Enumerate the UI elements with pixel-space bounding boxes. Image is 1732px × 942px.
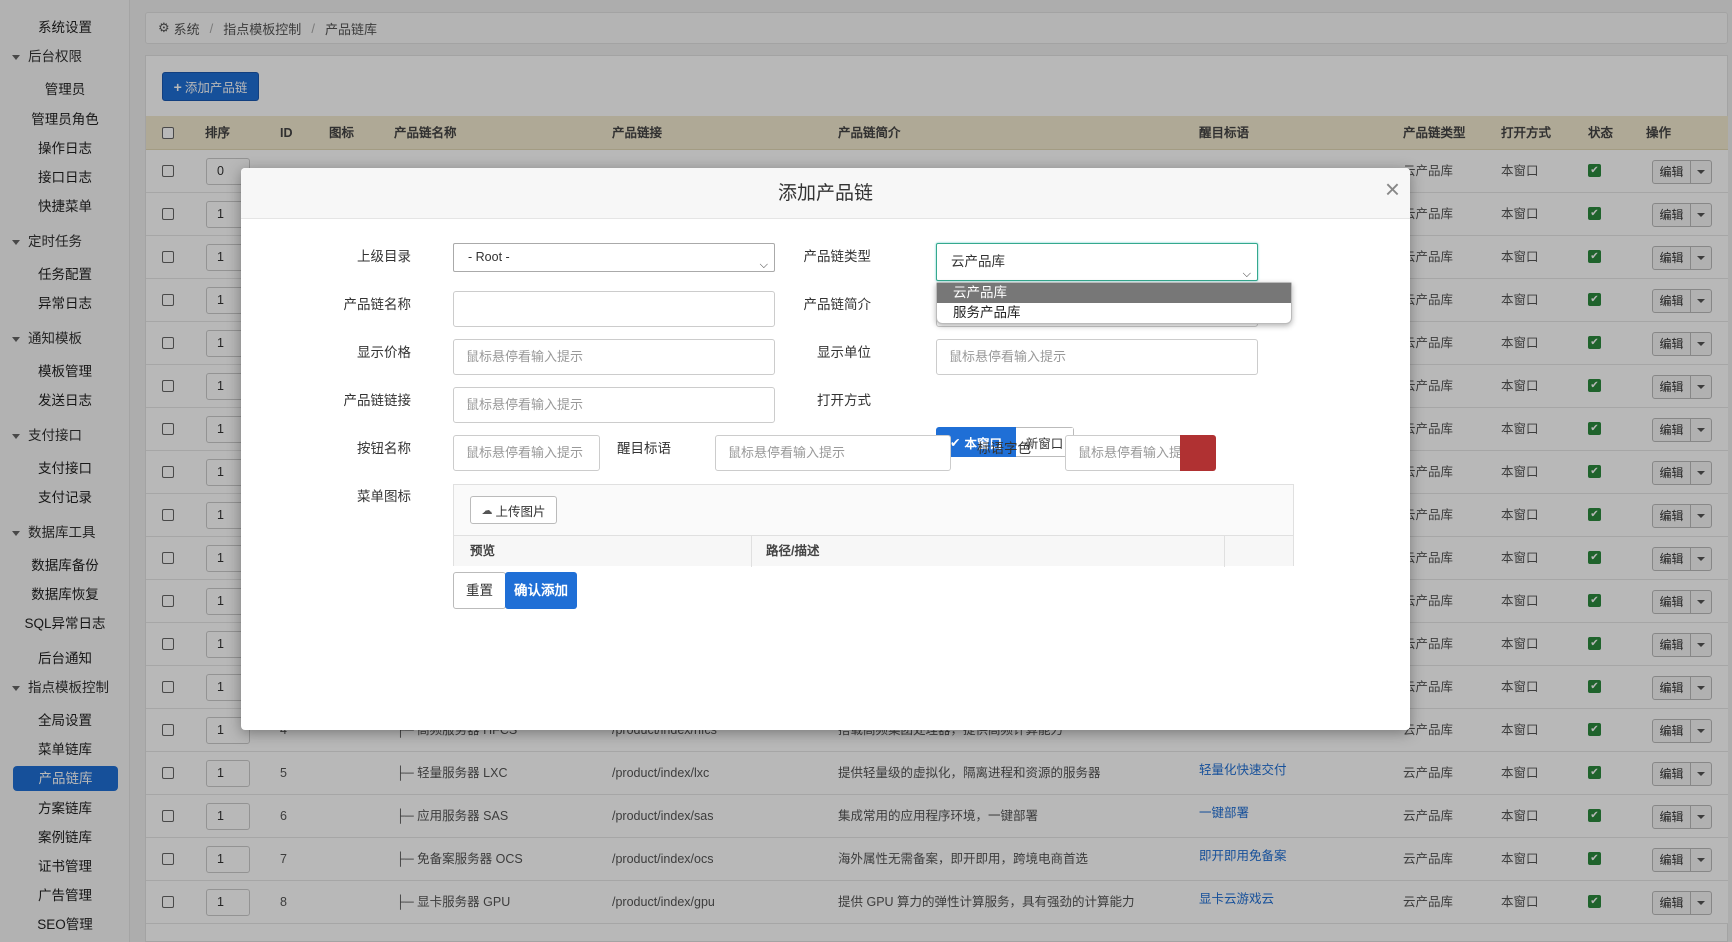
- col-divider: [1224, 536, 1225, 567]
- upload-table-header: 预览 路径/描述: [454, 535, 1293, 567]
- reset-button[interactable]: 重置: [453, 572, 506, 609]
- icon-upload-panel: ☁ 上传图片 预览 路径/描述: [453, 484, 1294, 567]
- type-dropdown: 云产品库 服务产品库: [936, 282, 1292, 324]
- col-path: 路径/描述: [751, 536, 819, 567]
- upload-image-button[interactable]: ☁ 上传图片: [470, 496, 557, 524]
- modal-title: 添加产品链: [777, 183, 873, 204]
- slogan-label: 醒目标语: [617, 441, 671, 456]
- parent-select-value: - Root -: [468, 250, 510, 264]
- unit-label: 显示单位: [817, 345, 871, 360]
- open-label: 打开方式: [817, 393, 871, 408]
- open-off-label: 新窗口: [1025, 436, 1064, 451]
- cloud-upload-icon: ☁: [481, 504, 493, 517]
- name-input[interactable]: [453, 291, 775, 327]
- add-product-chain-modal: 添加产品链 × 上级目录 - Root - ⌵ 产品链类型 云产品库 ⌵ 产品链…: [241, 168, 1410, 730]
- slogan-color-label: 标语字色: [977, 441, 1031, 456]
- type-select[interactable]: 云产品库 ⌵: [936, 243, 1258, 281]
- col-preview: 预览: [470, 544, 496, 558]
- color-swatch[interactable]: [1180, 435, 1216, 471]
- button-name-input[interactable]: 鼠标悬停看输入提示: [453, 435, 600, 471]
- link-input[interactable]: 鼠标悬停看输入提示: [453, 387, 775, 423]
- slogan-input[interactable]: 鼠标悬停看输入提示: [715, 435, 951, 471]
- price-label: 显示价格: [357, 345, 411, 360]
- type-select-value: 云产品库: [951, 254, 1005, 269]
- upload-label: 上传图片: [495, 504, 546, 519]
- parent-select[interactable]: - Root - ⌵: [453, 243, 775, 272]
- link-label: 产品链链接: [343, 393, 412, 408]
- close-icon[interactable]: ×: [1385, 168, 1400, 210]
- type-label: 产品链类型: [803, 249, 872, 264]
- parent-label: 上级目录: [357, 249, 411, 264]
- unit-input[interactable]: 鼠标悬停看输入提示: [936, 339, 1258, 375]
- chevron-down-icon: ⌵: [759, 259, 768, 271]
- price-input[interactable]: 鼠标悬停看输入提示: [453, 339, 775, 375]
- type-option[interactable]: 云产品库: [937, 283, 1291, 303]
- button-name-label: 按钮名称: [357, 441, 411, 456]
- icon-label: 菜单图标: [357, 489, 411, 504]
- intro-label: 产品链简介: [803, 297, 872, 312]
- modal-header: 添加产品链 ×: [241, 168, 1410, 219]
- type-option[interactable]: 服务产品库: [937, 303, 1291, 323]
- submit-button[interactable]: 确认添加: [505, 572, 577, 609]
- name-label: 产品链名称: [343, 297, 412, 312]
